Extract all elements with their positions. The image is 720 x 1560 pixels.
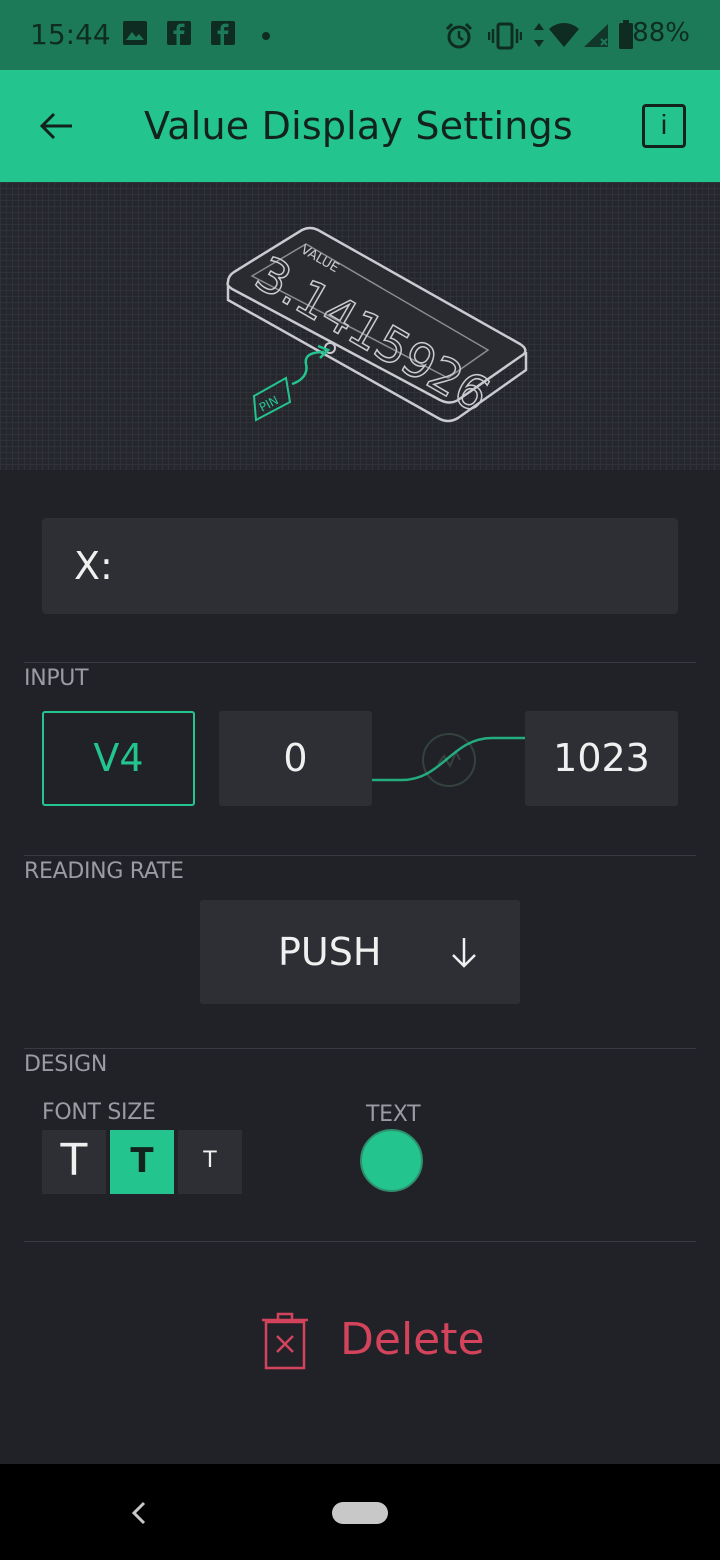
- font-size-medium[interactable]: T: [110, 1130, 174, 1194]
- reading-rate-value: PUSH: [278, 930, 382, 974]
- pin-selector[interactable]: V4: [42, 711, 195, 806]
- battery-percentage: 88%: [632, 18, 690, 48]
- data-arrows-icon: [534, 23, 544, 47]
- back-arrow-icon[interactable]: [36, 106, 76, 146]
- signal-icon: [584, 24, 608, 47]
- vibrate-icon: [488, 22, 522, 50]
- info-icon: i: [660, 109, 668, 140]
- divider: [24, 662, 696, 663]
- divider: [24, 855, 696, 856]
- page-title: Value Display Settings: [144, 104, 573, 148]
- value-display-illustration: VALUE 3.1415926 PIN: [226, 226, 528, 425]
- alarm-icon: [445, 22, 473, 49]
- divider: [24, 1048, 696, 1049]
- mapping-curve-icon: [372, 733, 525, 787]
- input-min-value[interactable]: 0: [219, 711, 372, 806]
- text-color-picker[interactable]: [360, 1129, 423, 1192]
- input-max-value[interactable]: 1023: [525, 711, 678, 806]
- arrow-down-icon: [452, 938, 476, 968]
- trash-icon: [262, 1312, 308, 1370]
- section-reading-rate: READING RATE: [24, 859, 184, 884]
- facebook-icon: [167, 21, 191, 45]
- widget-name-label: X:: [74, 544, 113, 588]
- font-size-large[interactable]: T: [42, 1130, 106, 1194]
- facebook-icon: [211, 21, 235, 45]
- delete-button[interactable]: Delete: [258, 1312, 485, 1372]
- widget-name-field[interactable]: X:: [42, 518, 678, 614]
- divider: [24, 1241, 696, 1242]
- widget-preview-illustration: VALUE 3.1415926 PIN: [0, 182, 720, 470]
- app-bar: Value Display Settings i: [0, 70, 720, 182]
- section-input: INPUT: [24, 666, 89, 691]
- info-button[interactable]: i: [642, 104, 686, 148]
- reading-rate-dropdown[interactable]: PUSH: [200, 900, 520, 1004]
- nav-back-icon[interactable]: [128, 1500, 150, 1526]
- section-design: DESIGN: [24, 1052, 107, 1077]
- status-time: 15:44: [30, 18, 111, 51]
- image-icon: [123, 21, 147, 45]
- delete-label: Delete: [340, 1314, 485, 1365]
- font-size-label: FONT SIZE: [42, 1100, 156, 1125]
- text-color-label: TEXT: [366, 1102, 421, 1127]
- pin-label: PIN: [257, 393, 281, 415]
- home-pill[interactable]: [332, 1502, 388, 1524]
- status-bar: 15:44 88%: [0, 0, 720, 70]
- font-size-small[interactable]: T: [178, 1130, 242, 1194]
- system-navigation-bar: [0, 1464, 720, 1560]
- wifi-icon: [549, 23, 579, 47]
- dot-icon: [262, 32, 270, 40]
